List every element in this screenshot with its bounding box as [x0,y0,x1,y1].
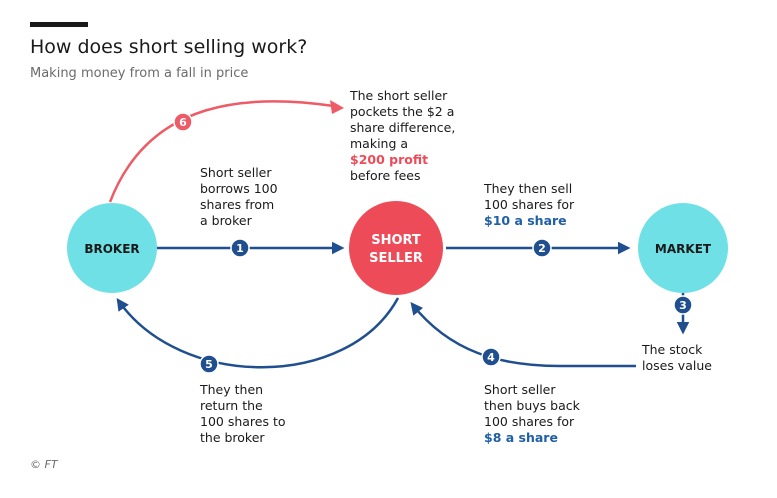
svg-text:6: 6 [179,116,187,129]
arrow-buyback [410,302,636,368]
step-5-badge: 5 [199,354,219,374]
sell-price: $10 a share [484,213,567,228]
note-return: They then return the 100 shares to the b… [200,382,286,445]
svg-text:5: 5 [205,358,213,371]
note-buyback: Short seller then buys back 100 shares f… [484,382,580,445]
short-seller-label-line2: SELLER [369,251,423,266]
step-4-badge: 4 [481,347,501,367]
note-loses-value: The stock loses value [642,342,712,373]
market-label: MARKET [655,242,712,256]
svg-text:3: 3 [679,299,687,312]
note-borrow: Short seller borrows 100 shares from a b… [200,165,278,228]
short-seller-label-line1: SHORT [371,233,421,248]
source-credit: © FT [30,458,58,471]
step-6-badge: 6 [173,112,193,132]
step-3-badge: 3 [673,295,693,315]
broker-label: BROKER [84,242,139,256]
short-selling-diagram: BROKER SHORT SELLER MARKET 1 2 3 4 5 6 [67,100,728,374]
svg-text:4: 4 [487,351,495,364]
profit-amount: $200 profit [350,152,429,167]
buyback-price: $8 a share [484,430,558,445]
svg-text:2: 2 [538,242,546,255]
note-sell: They then sell 100 shares for $10 a shar… [484,181,575,228]
short-seller-node [349,201,443,295]
step-1-badge: 1 [230,238,250,258]
arrow-profit-head [330,100,344,114]
arrow-return [116,297,400,369]
step-2-badge: 2 [532,238,552,258]
svg-text:1: 1 [236,242,244,255]
note-profit: The short seller pockets the $2 a share … [350,88,456,183]
